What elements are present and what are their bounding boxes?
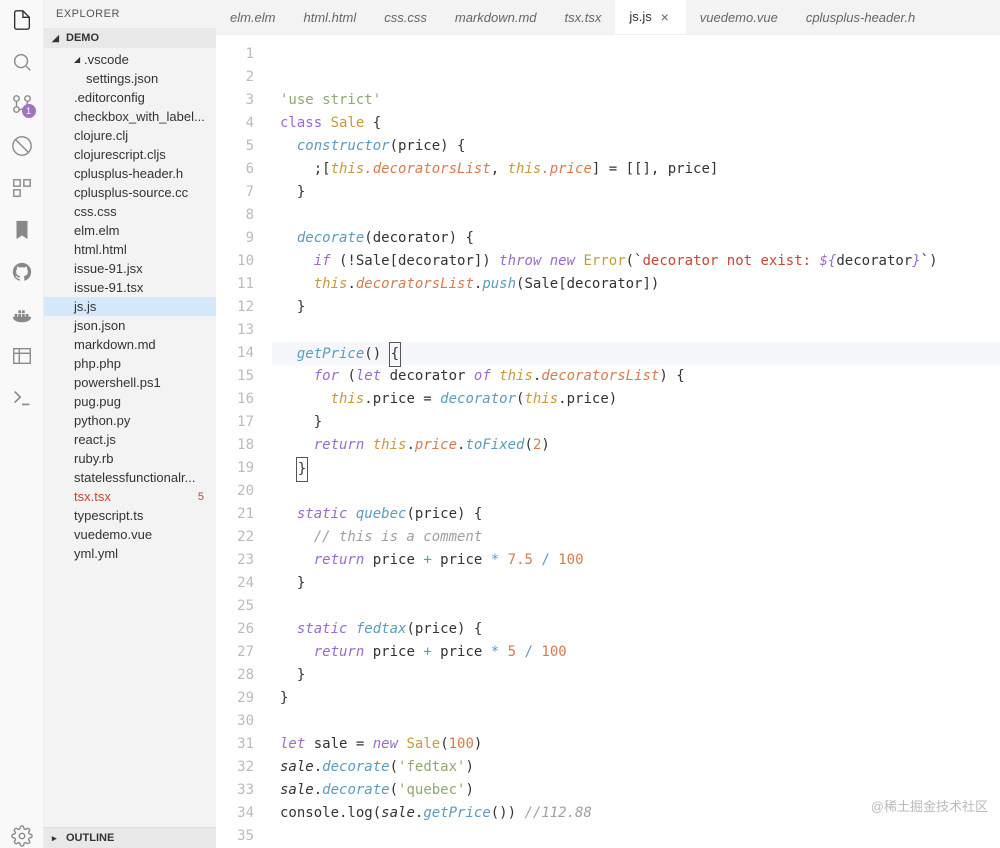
tree-file[interactable]: python.py bbox=[44, 411, 216, 430]
code-line[interactable]: 'use strict' bbox=[272, 89, 1000, 112]
tree-file[interactable]: issue-91.tsx bbox=[44, 278, 216, 297]
section-header-demo[interactable]: ◢DEMO bbox=[44, 28, 216, 48]
code-line[interactable]: static quebec(price) { bbox=[272, 503, 1000, 526]
tab[interactable]: js.js× bbox=[615, 0, 685, 34]
extensions-icon[interactable] bbox=[10, 176, 34, 200]
settings-gear-icon[interactable] bbox=[10, 824, 34, 848]
code-line[interactable]: ;[this.decoratorsList, this.price] = [[]… bbox=[272, 158, 1000, 181]
terminal-icon[interactable] bbox=[10, 386, 34, 410]
code-line[interactable]: constructor(price) { bbox=[272, 135, 1000, 158]
code-line[interactable]: } bbox=[272, 572, 1000, 595]
tree-file[interactable]: ruby.rb bbox=[44, 449, 216, 468]
code-line[interactable]: } bbox=[272, 411, 1000, 434]
github-icon[interactable] bbox=[10, 260, 34, 284]
code-line[interactable] bbox=[272, 319, 1000, 342]
code-line[interactable]: // this is a comment bbox=[272, 526, 1000, 549]
code-line[interactable]: decorate(decorator) { bbox=[272, 227, 1000, 250]
debug-icon[interactable] bbox=[10, 134, 34, 158]
code-line[interactable]: return price + price * 5 / 100 bbox=[272, 641, 1000, 664]
tree-file[interactable]: markdown.md bbox=[44, 335, 216, 354]
close-icon[interactable]: × bbox=[658, 10, 672, 24]
tab[interactable]: css.css bbox=[370, 0, 441, 34]
code-line[interactable]: static fedtax(price) { bbox=[272, 618, 1000, 641]
code-line[interactable] bbox=[272, 480, 1000, 503]
tree-file[interactable]: cplusplus-header.h bbox=[44, 164, 216, 183]
app-root: 1 EXPLORER ◢DEMO ◢.vscodesettings.json.e… bbox=[0, 0, 1000, 848]
code-line[interactable]: } bbox=[272, 181, 1000, 204]
tree-file[interactable]: tsx.tsx5 bbox=[44, 487, 216, 506]
tree-file[interactable]: yml.yml bbox=[44, 544, 216, 563]
code-line[interactable]: if (!Sale[decorator]) throw new Error(`d… bbox=[272, 250, 1000, 273]
editor-main: elm.elmhtml.htmlcss.cssmarkdown.mdtsx.ts… bbox=[216, 0, 1000, 848]
code-line[interactable] bbox=[272, 595, 1000, 618]
code-line[interactable]: } bbox=[272, 296, 1000, 319]
activity-bar: 1 bbox=[0, 0, 44, 848]
tree-folder[interactable]: ◢.vscode bbox=[44, 50, 216, 69]
error-badge: 5 bbox=[198, 491, 208, 503]
code-line[interactable]: return price + price * 7.5 / 100 bbox=[272, 549, 1000, 572]
tree-file[interactable]: typescript.ts bbox=[44, 506, 216, 525]
tree-file[interactable]: json.json bbox=[44, 316, 216, 335]
tab-bar: elm.elmhtml.htmlcss.cssmarkdown.mdtsx.ts… bbox=[216, 0, 1000, 35]
tree-file[interactable]: pug.pug bbox=[44, 392, 216, 411]
tree-file[interactable]: statelessfunctionalr... bbox=[44, 468, 216, 487]
tree-file[interactable]: clojurescript.cljs bbox=[44, 145, 216, 164]
tree-file[interactable]: .editorconfig bbox=[44, 88, 216, 107]
editor[interactable]: 1234567891011121314151617181920212223242… bbox=[216, 35, 1000, 848]
project-icon[interactable] bbox=[10, 344, 34, 368]
tab[interactable]: vuedemo.vue bbox=[686, 0, 792, 34]
tree-file[interactable]: cplusplus-source.cc bbox=[44, 183, 216, 202]
chevron-right-icon: ▸ bbox=[52, 833, 62, 844]
code-line[interactable] bbox=[272, 710, 1000, 733]
tab[interactable]: html.html bbox=[290, 0, 371, 34]
code-line[interactable]: let sale = new Sale(100) bbox=[272, 733, 1000, 756]
tree-file[interactable]: js.js bbox=[44, 297, 216, 316]
tree-file[interactable]: css.css bbox=[44, 202, 216, 221]
tree-file[interactable]: elm.elm bbox=[44, 221, 216, 240]
sidebar-title: EXPLORER bbox=[44, 0, 216, 28]
tree-file[interactable]: clojure.clj bbox=[44, 126, 216, 145]
code-line[interactable]: } bbox=[272, 664, 1000, 687]
tab[interactable]: cplusplus-header.h bbox=[792, 0, 929, 34]
code-line[interactable] bbox=[272, 825, 1000, 848]
tree-file[interactable]: html.html bbox=[44, 240, 216, 259]
code-area[interactable]: 'use strict'class Sale { constructor(pri… bbox=[272, 35, 1000, 848]
code-line[interactable]: return this.price.toFixed(2) bbox=[272, 434, 1000, 457]
bookmark-icon[interactable] bbox=[10, 218, 34, 242]
code-line[interactable]: class Sale { bbox=[272, 112, 1000, 135]
tab[interactable]: markdown.md bbox=[441, 0, 551, 34]
code-line[interactable]: } bbox=[272, 457, 1000, 480]
code-line[interactable]: for (let decorator of this.decoratorsLis… bbox=[272, 365, 1000, 388]
line-gutter: 1234567891011121314151617181920212223242… bbox=[216, 35, 272, 848]
explorer-icon[interactable] bbox=[10, 8, 34, 32]
tree-file[interactable]: issue-91.jsx bbox=[44, 259, 216, 278]
tree-file[interactable]: settings.json bbox=[44, 69, 216, 88]
scm-badge: 1 bbox=[22, 104, 36, 118]
source-control-icon[interactable]: 1 bbox=[10, 92, 34, 116]
code-line[interactable]: getPrice() { bbox=[272, 342, 1000, 365]
tree-file[interactable]: react.js bbox=[44, 430, 216, 449]
code-line[interactable] bbox=[272, 204, 1000, 227]
tree-file[interactable]: powershell.ps1 bbox=[44, 373, 216, 392]
code-line[interactable]: } bbox=[272, 687, 1000, 710]
tree-file[interactable]: vuedemo.vue bbox=[44, 525, 216, 544]
tree-file[interactable]: checkbox_with_label... bbox=[44, 107, 216, 126]
code-line[interactable]: sale.decorate('fedtax') bbox=[272, 756, 1000, 779]
chevron-down-icon: ◢ bbox=[74, 55, 84, 64]
docker-icon[interactable] bbox=[10, 302, 34, 326]
tree-file[interactable]: php.php bbox=[44, 354, 216, 373]
code-line[interactable]: this.decoratorsList.push(Sale[decorator]… bbox=[272, 273, 1000, 296]
search-icon[interactable] bbox=[10, 50, 34, 74]
sidebar: EXPLORER ◢DEMO ◢.vscodesettings.json.edi… bbox=[44, 0, 216, 848]
watermark: @稀土掘金技术社区 bbox=[871, 795, 988, 818]
tab[interactable]: elm.elm bbox=[216, 0, 290, 34]
chevron-down-icon: ◢ bbox=[52, 33, 62, 44]
tab[interactable]: tsx.tsx bbox=[551, 0, 616, 34]
code-line[interactable]: this.price = decorator(this.price) bbox=[272, 388, 1000, 411]
file-tree[interactable]: ◢.vscodesettings.json.editorconfigcheckb… bbox=[44, 48, 216, 827]
section-header-outline[interactable]: ▸OUTLINE bbox=[44, 827, 216, 848]
